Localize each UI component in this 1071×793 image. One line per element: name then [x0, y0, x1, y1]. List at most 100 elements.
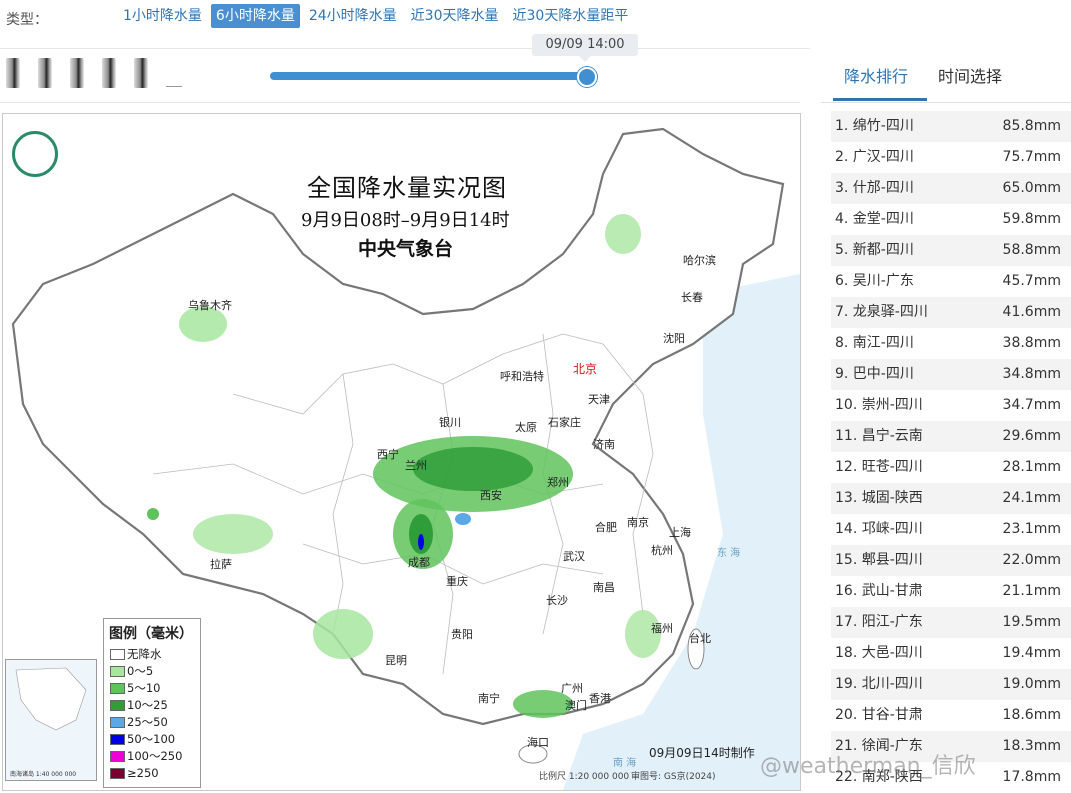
ranking-row[interactable]: 7. 龙泉驿-四川 41.6mm: [831, 297, 1071, 328]
station-name: 5. 新都-四川: [835, 242, 914, 258]
legend-swatch: [110, 717, 125, 728]
map-review-number: 审图号: GS京(2024): [631, 772, 716, 782]
ranking-row[interactable]: 8. 南江-四川 38.8mm: [831, 328, 1071, 359]
time-slider-handle[interactable]: [577, 67, 597, 87]
legend-label: 10～25: [127, 698, 168, 712]
station-name: 7. 龙泉驿-四川: [835, 304, 928, 320]
precip-value: 19.5mm: [1002, 614, 1061, 630]
legend-label: ≥250: [127, 766, 159, 780]
legend-swatch: [110, 751, 125, 762]
tab-time-select[interactable]: 时间选择: [938, 63, 1002, 87]
tab-30d-anomaly[interactable]: 近30天降水量距平: [508, 4, 634, 28]
city-label: 长春: [681, 291, 703, 304]
station-name: 6. 吴川-广东: [835, 273, 914, 289]
legend-swatch: [110, 649, 125, 660]
ranking-panel: 降水排行 时间选择 1. 绵竹-四川 85.8mm 2. 广汉-四川 75.7mm 3.…: [821, 50, 1071, 791]
ranking-row[interactable]: 17. 阳江-广东 19.5mm: [831, 607, 1071, 638]
station-name: 15. 郫县-四川: [835, 552, 923, 568]
station-name: 19. 北川-四川: [835, 676, 923, 692]
thumbnail[interactable]: [102, 58, 116, 88]
ranking-row[interactable]: 4. 金堂-四川 59.8mm: [831, 204, 1071, 235]
ranking-list: 1. 绵竹-四川 85.8mm 2. 广汉-四川 75.7mm 3. 什邡-四川 65.0…: [831, 111, 1071, 793]
city-label: 香港: [589, 692, 611, 705]
city-label: 沈阳: [663, 332, 685, 345]
ranking-row[interactable]: 20. 甘谷-甘肃 18.6mm: [831, 700, 1071, 731]
precip-value: 19.4mm: [1002, 645, 1061, 661]
station-name: 9. 巴中-四川: [835, 366, 914, 382]
city-label: 长沙: [546, 594, 568, 607]
ranking-row[interactable]: 10. 崇州-四川 34.7mm: [831, 390, 1071, 421]
city-label: 北京: [573, 362, 598, 376]
divider: [0, 48, 810, 49]
ranking-row[interactable]: 16. 武山-甘肃 21.1mm: [831, 576, 1071, 607]
tab-6h-precip[interactable]: 6小时降水量: [210, 4, 300, 28]
precip-value: 58.8mm: [1002, 242, 1061, 258]
ranking-row[interactable]: 15. 郫县-四川 22.0mm: [831, 545, 1071, 576]
legend-label: 50～100: [127, 732, 176, 746]
ranking-row[interactable]: 2. 广汉-四川 75.7mm: [831, 142, 1071, 173]
legend-item: 25～50: [110, 714, 168, 730]
precip-value: 41.6mm: [1002, 304, 1061, 320]
station-name: 16. 武山-甘肃: [835, 583, 923, 599]
thumbnail[interactable]: [70, 58, 84, 88]
city-label: 合肥: [595, 521, 617, 534]
station-name: 10. 崇州-四川: [835, 397, 923, 413]
thumbnail[interactable]: [38, 58, 52, 88]
precip-value: 45.7mm: [1002, 273, 1061, 289]
ranking-row[interactable]: 19. 北川-四川 19.0mm: [831, 669, 1071, 700]
city-label: 西安: [480, 489, 502, 502]
city-label: 呼和浩特: [500, 370, 544, 383]
ranking-row[interactable]: 13. 城固-陕西 24.1mm: [831, 483, 1071, 514]
tab-24h-precip[interactable]: 24小时降水量: [304, 4, 402, 28]
ranking-row[interactable]: 5. 新都-四川 58.8mm: [831, 235, 1071, 266]
precip-value: 18.3mm: [1002, 738, 1061, 754]
city-label: 台北: [689, 632, 711, 645]
tab-1h-precip[interactable]: 1小时降水量: [118, 4, 207, 28]
precip-value: 29.6mm: [1002, 428, 1061, 444]
thumbnail[interactable]: [6, 58, 20, 88]
thumbnail-strip[interactable]: [6, 58, 186, 88]
city-label: 重庆: [446, 575, 468, 588]
precip-value: 59.8mm: [1002, 211, 1061, 227]
legend-swatch: [110, 683, 125, 694]
legend-item: 10～25: [110, 697, 168, 713]
city-label: 南京: [627, 516, 649, 529]
sea-label: 南 海: [613, 758, 637, 769]
legend-item: ≥250: [110, 765, 159, 781]
thumbnail[interactable]: [134, 58, 148, 88]
slider-tooltip: 09/09 14:00: [532, 34, 638, 62]
precip-value: 21.1mm: [1002, 583, 1061, 599]
station-name: 11. 昌宁-云南: [835, 428, 923, 444]
station-name: 20. 甘谷-甘肃: [835, 707, 923, 723]
ranking-row[interactable]: 11. 昌宁-云南 29.6mm: [831, 421, 1071, 452]
precip-value: 18.6mm: [1002, 707, 1061, 723]
station-name: 8. 南江-四川: [835, 335, 914, 351]
map-made-time: 09月09日14时制作: [649, 746, 755, 760]
time-slider-track[interactable]: [270, 72, 586, 80]
legend-swatch: [110, 768, 125, 779]
ranking-row[interactable]: 6. 吴川-广东 45.7mm: [831, 266, 1071, 297]
ranking-row[interactable]: 12. 旺苍-四川 28.1mm: [831, 452, 1071, 483]
active-tab-indicator: [833, 98, 927, 101]
station-name: 1. 绵竹-四川: [835, 118, 914, 134]
ranking-row[interactable]: 9. 巴中-四川 34.8mm: [831, 359, 1071, 390]
city-label: 兰州: [405, 459, 427, 472]
precip-value: 75.7mm: [1002, 149, 1061, 165]
ranking-row[interactable]: 14. 邛崃-四川 23.1mm: [831, 514, 1071, 545]
city-label: 石家庄: [548, 416, 581, 429]
city-label: 上海: [669, 526, 691, 539]
city-label: 哈尔滨: [683, 254, 716, 267]
legend-label: 无降水: [127, 647, 162, 661]
inset-map: [15, 667, 87, 731]
sea-label: 东 海: [717, 548, 741, 559]
ranking-row[interactable]: 1. 绵竹-四川 85.8mm: [831, 111, 1071, 142]
tab-30d-precip[interactable]: 近30天降水量: [406, 4, 504, 28]
ranking-row[interactable]: 18. 大邑-四川 19.4mm: [831, 638, 1071, 669]
ranking-row[interactable]: 3. 什邡-四川 65.0mm: [831, 173, 1071, 204]
city-label: 太原: [515, 421, 537, 434]
legend-item: 100～250: [110, 748, 182, 764]
legend-item: 5～10: [110, 680, 160, 696]
precip-value: 38.8mm: [1002, 335, 1061, 351]
station-name: 2. 广汉-四川: [835, 149, 914, 165]
tab-precip-ranking[interactable]: 降水排行: [844, 63, 908, 87]
